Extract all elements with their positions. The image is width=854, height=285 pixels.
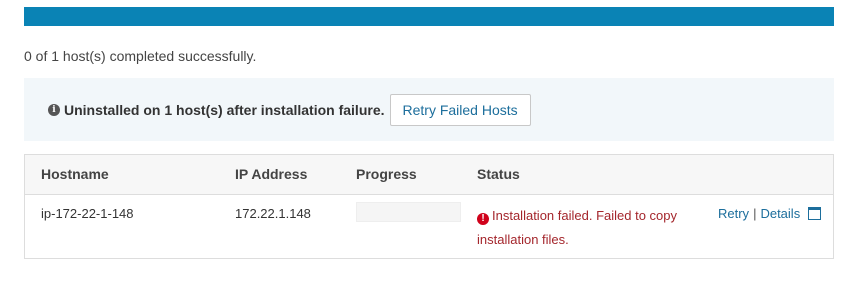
failure-alert: i Uninstalled on 1 host(s) after install…	[24, 78, 834, 141]
column-header-ip-address: IP Address	[235, 166, 308, 182]
action-separator: |	[753, 206, 757, 221]
error-circle-icon: !	[477, 213, 489, 225]
row-actions: Retry | Details	[718, 206, 822, 221]
column-header-hostname: Hostname	[41, 166, 109, 182]
column-header-status: Status	[477, 166, 520, 182]
install-progress-page: 0 of 1 host(s) completed successfully. i…	[0, 0, 854, 285]
completion-summary: 0 of 1 host(s) completed successfully.	[24, 48, 257, 64]
column-header-progress: Progress	[356, 166, 417, 182]
retry-link[interactable]: Retry	[718, 206, 749, 221]
hostname-cell: ip-172-22-1-148	[41, 206, 134, 221]
open-window-icon[interactable]	[808, 207, 822, 220]
retry-failed-hosts-button[interactable]: Retry Failed Hosts	[389, 94, 531, 126]
info-circle-icon: i	[48, 104, 60, 116]
status-message: Installation failed. Failed to copy inst…	[477, 208, 677, 247]
host-progress-bar	[356, 202, 461, 222]
table-header: Hostname IP Address Progress Status	[25, 155, 833, 195]
overall-progress-bar	[24, 7, 834, 26]
status-cell: ! Installation failed. Failed to copy ins…	[477, 204, 692, 252]
alert-message: Uninstalled on 1 host(s) after installat…	[64, 102, 385, 118]
ip-address-cell: 172.22.1.148	[235, 206, 311, 221]
hosts-table: Hostname IP Address Progress Status ip-1…	[24, 154, 834, 259]
details-link[interactable]: Details	[760, 206, 800, 221]
